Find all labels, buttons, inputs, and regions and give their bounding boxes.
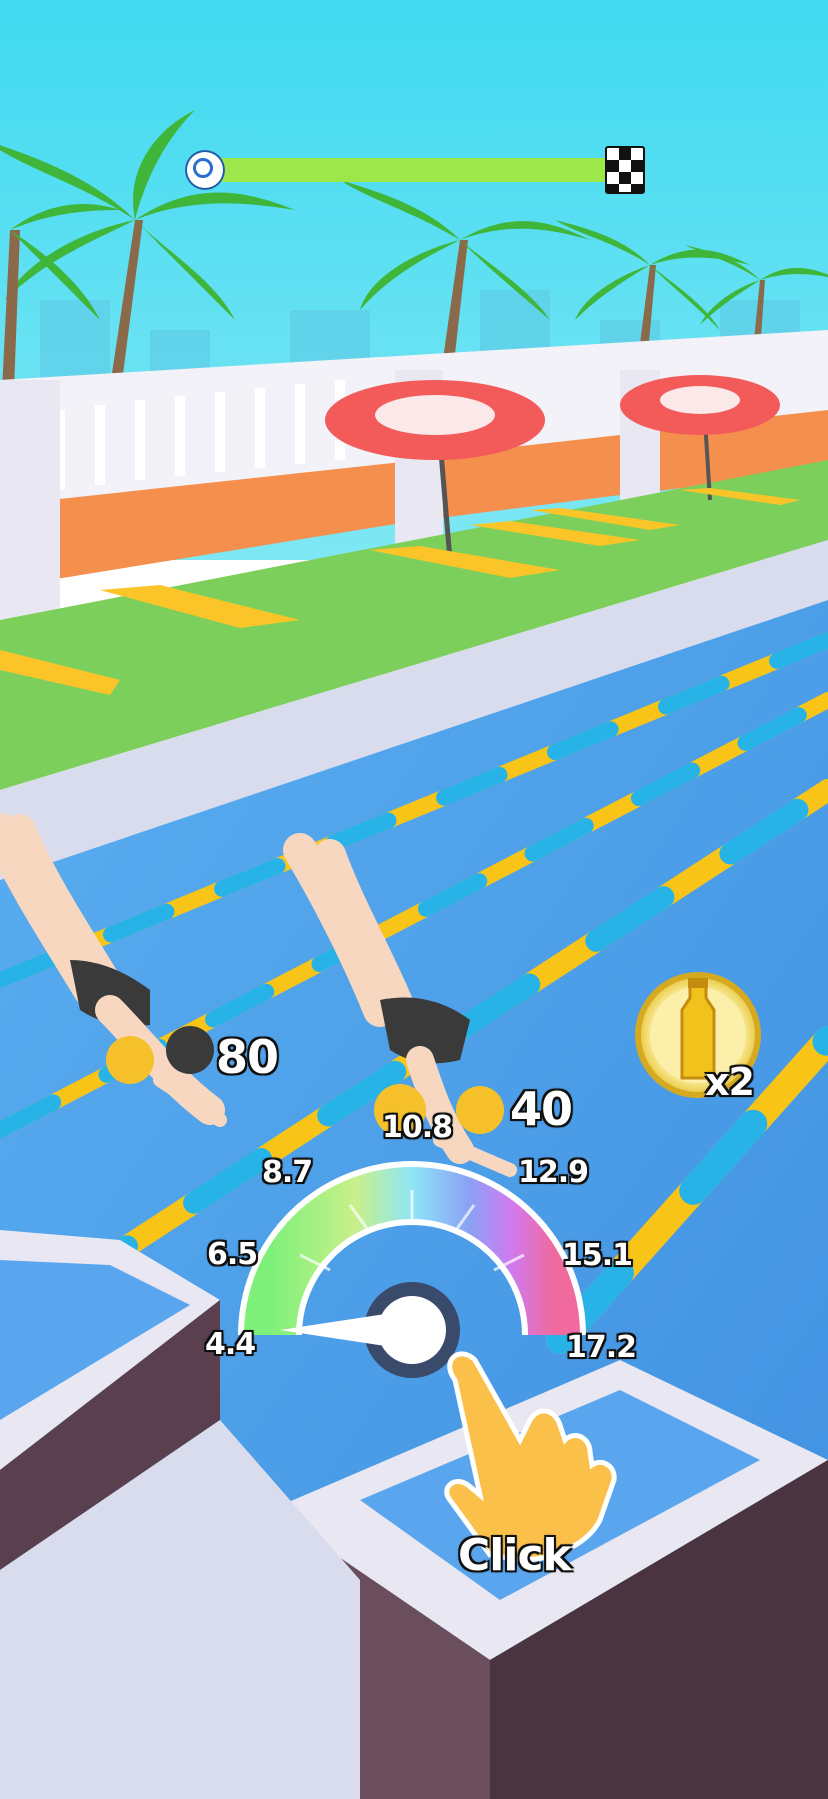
gauge-tick-label: 4.4 [205, 1327, 256, 1362]
progress-track [207, 158, 627, 182]
player-score-left: 80 [216, 1030, 279, 1084]
gauge-tick-label: 15.1 [562, 1238, 633, 1273]
gauge-tick-label: 12.9 [518, 1155, 589, 1190]
gauge-tick-label: 6.5 [207, 1237, 258, 1272]
powerup-multiplier: x2 [705, 1060, 755, 1104]
checkered-flag-icon [605, 146, 645, 194]
target-icon [185, 150, 225, 190]
gauge-tick-label: 10.8 [382, 1110, 453, 1145]
gauge-tick-label: 17.2 [566, 1330, 637, 1365]
gauge-tick-label: 8.7 [262, 1155, 313, 1190]
player-score-center: 40 [510, 1082, 573, 1136]
level-progress-bar [185, 146, 645, 194]
tap-prompt-label: Click [458, 1530, 572, 1581]
game-scene[interactable] [0, 0, 828, 1799]
